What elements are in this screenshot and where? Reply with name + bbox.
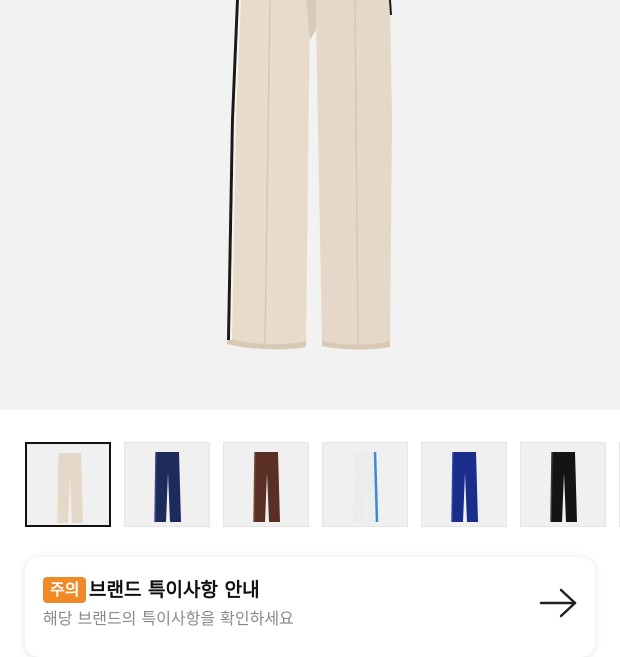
- thumbnail-brown[interactable]: [223, 442, 309, 527]
- thumbnail-royal-blue[interactable]: [421, 442, 507, 527]
- notice-subtitle: 해당 브랜드의 특이사항을 확인하세요: [43, 609, 294, 628]
- thumbnail-navy[interactable]: [124, 442, 210, 527]
- thumbnail-black[interactable]: [520, 442, 606, 527]
- arrow-right-icon[interactable]: [539, 587, 579, 619]
- color-variant-thumbnails: [0, 440, 620, 530]
- notice-title: 브랜드 특이사항 안내: [89, 579, 260, 601]
- notice-badge: 주의: [43, 577, 87, 603]
- thumbnail-white-blue[interactable]: [322, 442, 408, 527]
- thumbnail-cream[interactable]: [25, 442, 111, 527]
- pants-image: [227, 0, 392, 350]
- product-main-image: [0, 0, 620, 410]
- brand-notice-card[interactable]: 주의 브랜드 특이사항 안내 해당 브랜드의 특이사항을 확인하세요: [25, 557, 595, 657]
